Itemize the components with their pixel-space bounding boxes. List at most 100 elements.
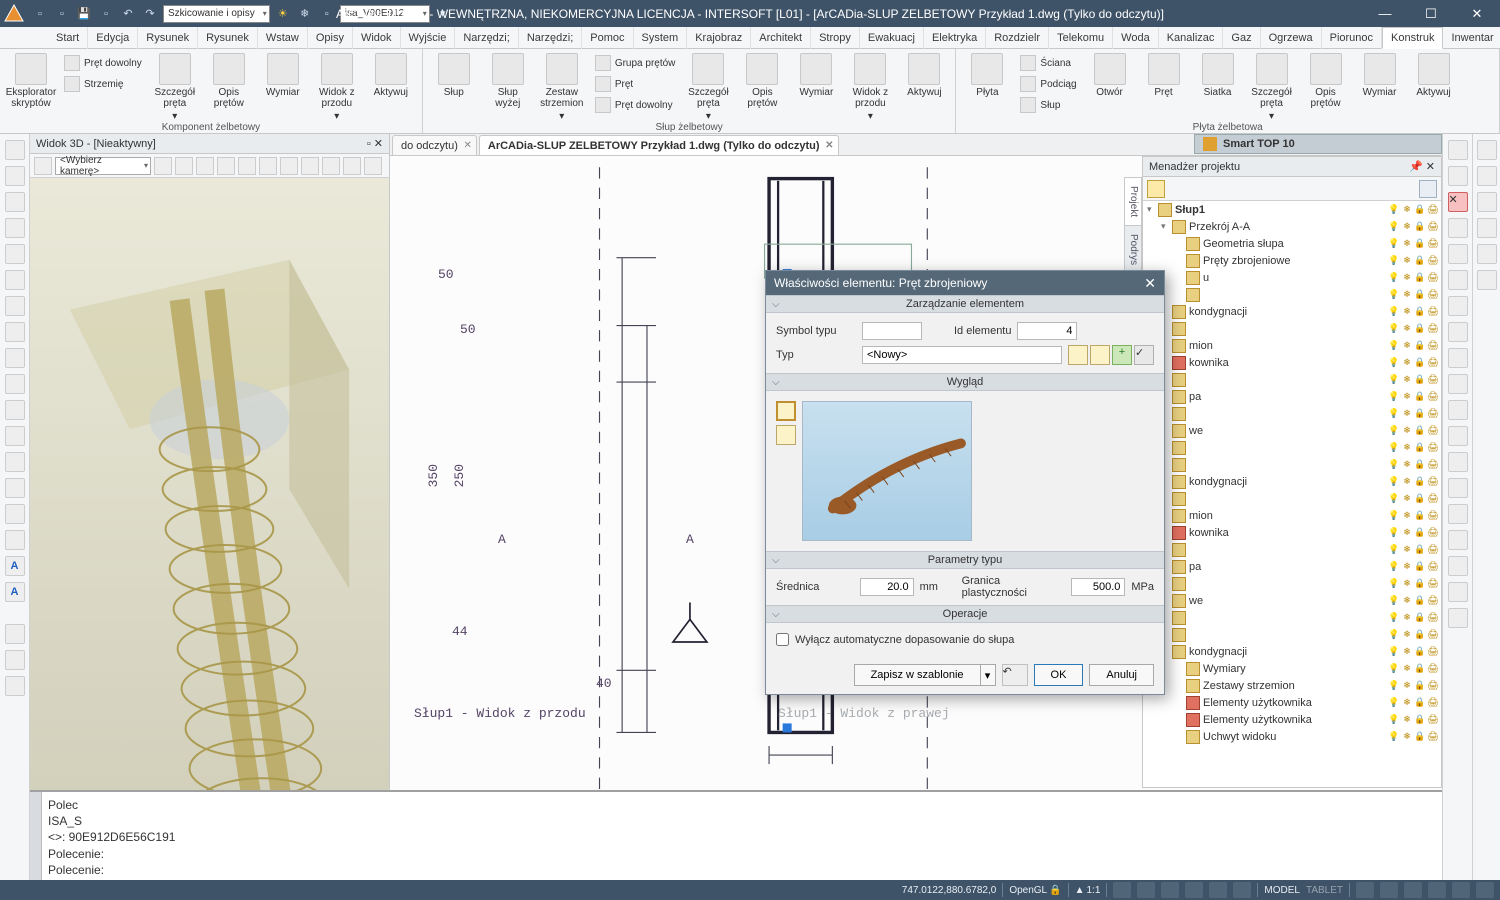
pm-row-toggle-icon[interactable]: 💡 (1388, 255, 1400, 267)
view3d-canvas[interactable] (30, 178, 389, 880)
rtool-5-icon[interactable] (1448, 244, 1468, 264)
pm-row-toggle-icon[interactable]: 🖨 (1427, 476, 1439, 488)
pm-tree[interactable]: ▾Słup1💡❄🔒🖨▾Przekrój A-A💡❄🔒🖨Geometria słu… (1143, 201, 1441, 787)
pm-row-toggle-icon[interactable]: ❄ (1401, 714, 1413, 726)
pm-row-toggle-icon[interactable]: 💡 (1388, 459, 1400, 471)
pm-row-toggle-icon[interactable]: 🔒 (1414, 493, 1426, 505)
rtool-10-icon[interactable] (1448, 374, 1468, 394)
rtool2-6-icon[interactable] (1477, 270, 1497, 290)
pm-row-toggle-icon[interactable]: ❄ (1401, 391, 1413, 403)
pm-row-toggle-icon[interactable]: 🖨 (1427, 459, 1439, 471)
pm-row-toggle-icon[interactable]: 🔒 (1414, 697, 1426, 709)
close-button[interactable]: ✕ (1454, 0, 1500, 27)
pm-row-toggle-icon[interactable]: ❄ (1401, 527, 1413, 539)
opening-button[interactable]: Otwór (1085, 51, 1135, 98)
ribbon-tab[interactable]: Opisy (308, 27, 353, 49)
pm-row-toggle-icon[interactable]: ❄ (1401, 340, 1413, 352)
pm-row-toggle-icon[interactable]: 💡 (1388, 578, 1400, 590)
rtool-13-icon[interactable] (1448, 452, 1468, 472)
pm-row-toggle-icon[interactable]: 💡 (1388, 561, 1400, 573)
pm-tree-row[interactable]: 💡❄🔒🖨 (1143, 626, 1441, 643)
pm-row-toggle-icon[interactable]: 💡 (1388, 442, 1400, 454)
rtool2-2-icon[interactable] (1477, 166, 1497, 186)
pm-close-icon[interactable]: ✕ (1426, 161, 1435, 173)
smart-top-10-bar[interactable]: Smart TOP 10 (1194, 134, 1442, 154)
rtool2-4-icon[interactable] (1477, 218, 1497, 238)
pm-row-toggle-icon[interactable]: 🖨 (1427, 714, 1439, 726)
pm-row-toggle-icon[interactable]: 💡 (1388, 391, 1400, 403)
status-btn-3[interactable] (1161, 882, 1179, 898)
pm-tree-row[interactable]: 💡❄🔒🖨 (1143, 490, 1441, 507)
tool-line-icon[interactable] (5, 140, 25, 160)
pm-row-toggle-icon[interactable]: 🖨 (1427, 238, 1439, 250)
rtool-7-icon[interactable] (1448, 296, 1468, 316)
ribbon-tab[interactable]: System (634, 27, 688, 49)
type-add-icon[interactable]: + (1112, 345, 1132, 365)
rebar-detail-button-2[interactable]: Szczegół pręta▾ (683, 51, 733, 122)
pm-row-toggle-icon[interactable]: 🔒 (1414, 544, 1426, 556)
status-btn-2[interactable] (1137, 882, 1155, 898)
status-tablet[interactable]: TABLET (1306, 885, 1343, 896)
pm-tree-row[interactable]: 💡❄🔒🖨 (1143, 405, 1441, 422)
beam-button[interactable]: Podciąg (1016, 74, 1080, 94)
view3d-tool-icon[interactable] (34, 157, 52, 175)
ribbon-tab[interactable]: Rysunek (198, 27, 258, 49)
document-tab-close-icon[interactable]: ✕ (825, 140, 833, 151)
section-appearance[interactable]: Wygląd (766, 373, 1164, 391)
pm-row-toggle-icon[interactable]: ❄ (1401, 544, 1413, 556)
pm-row-toggle-icon[interactable]: ❄ (1401, 561, 1413, 573)
view3d-tool-3-icon[interactable] (175, 157, 193, 175)
command-line[interactable]: Polec ISA_S <>: 90E912D6E56C191 Poleceni… (42, 792, 1442, 880)
command-line-handle[interactable] (30, 792, 42, 880)
ribbon-tab[interactable]: Narzędzi; (455, 27, 518, 49)
pm-row-toggle-icon[interactable]: 🔒 (1414, 357, 1426, 369)
element-id-input[interactable] (1017, 322, 1077, 340)
status-btn-11[interactable] (1452, 882, 1470, 898)
pm-tree-row[interactable]: kondygnacji💡❄🔒🖨 (1143, 643, 1441, 660)
pm-row-toggle-icon[interactable]: 🖨 (1427, 204, 1439, 216)
pm-row-toggle-icon[interactable]: 🖨 (1427, 374, 1439, 386)
pm-row-toggle-icon[interactable]: 🔒 (1414, 221, 1426, 233)
pm-row-toggle-icon[interactable]: 🖨 (1427, 408, 1439, 420)
tool-revcloud-icon[interactable] (5, 478, 25, 498)
pm-row-toggle-icon[interactable]: 🖨 (1427, 340, 1439, 352)
pm-row-toggle-icon[interactable]: 💡 (1388, 306, 1400, 318)
activate-button-2[interactable]: Aktywuj (899, 51, 949, 98)
front-view-button-2[interactable]: Widok z przodu▾ (845, 51, 895, 122)
pm-row-toggle-icon[interactable]: 🖨 (1427, 255, 1439, 267)
pm-row-toggle-icon[interactable]: ❄ (1401, 578, 1413, 590)
rebar-detail-button[interactable]: Szczegół pręta▾ (150, 51, 200, 122)
pm-tree-row[interactable]: mion💡❄🔒🖨 (1143, 507, 1441, 524)
ribbon-tab[interactable]: Piorunoc (1322, 27, 1382, 49)
tool-spline-icon[interactable] (5, 218, 25, 238)
stirrup-set-button[interactable]: Zestaw strzemion▾ (537, 51, 587, 122)
rtool-16-icon[interactable] (1448, 530, 1468, 550)
pm-row-toggle-icon[interactable]: 🔒 (1414, 408, 1426, 420)
tool-cylinder-icon[interactable] (5, 400, 25, 420)
rtool-3-icon[interactable]: ✕ (1448, 192, 1468, 212)
pm-row-toggle-icon[interactable]: ❄ (1401, 510, 1413, 522)
qat-mode-combo[interactable]: Szkicowanie i opisy (163, 5, 270, 23)
pm-row-toggle-icon[interactable]: 🖨 (1427, 527, 1439, 539)
pm-row-toggle-icon[interactable]: ❄ (1401, 646, 1413, 658)
tool-ellipse-icon[interactable] (5, 270, 25, 290)
pm-row-toggle-icon[interactable]: 💡 (1388, 663, 1400, 675)
dimension-button[interactable]: Wymiar (258, 51, 308, 98)
pm-row-toggle-icon[interactable]: ❄ (1401, 629, 1413, 641)
pm-row-toggle-icon[interactable]: 🔒 (1414, 561, 1426, 573)
ribbon-tab[interactable]: Gaz (1223, 27, 1260, 49)
pm-row-toggle-icon[interactable]: 🔒 (1414, 510, 1426, 522)
pm-row-toggle-icon[interactable]: 🔒 (1414, 578, 1426, 590)
column-button-3[interactable]: Słup (1016, 95, 1080, 115)
activate-button[interactable]: Aktywuj (366, 51, 416, 98)
qat-bulb-icon[interactable]: ☀ (274, 5, 292, 23)
ribbon-tab[interactable]: Wstaw (258, 27, 308, 49)
pm-tree-row[interactable]: ▾Przekrój A-A💡❄🔒🖨 (1143, 218, 1441, 235)
type-combo[interactable] (862, 346, 1062, 364)
pm-row-toggle-icon[interactable]: 🖨 (1427, 442, 1439, 454)
pm-side-tab[interactable]: Podrys (1125, 226, 1141, 274)
wall-button[interactable]: Ściana (1016, 53, 1080, 73)
ribbon-tab[interactable]: Widok (353, 27, 401, 49)
document-tab[interactable]: ArCADia-SLUP ZELBETOWY Przykład 1.dwg (T… (479, 135, 839, 155)
pm-tree-row[interactable]: ▾Słup1💡❄🔒🖨 (1143, 201, 1441, 218)
